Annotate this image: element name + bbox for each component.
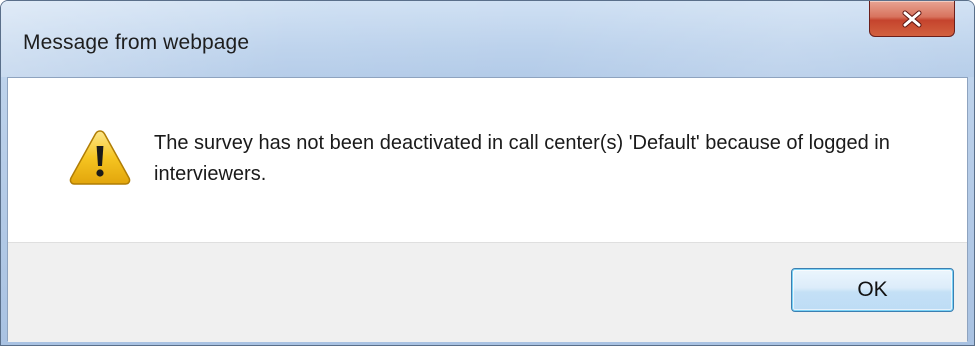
title-bar[interactable]: Message from webpage [1, 1, 974, 77]
dialog-body: The survey has not been deactivated in c… [7, 77, 968, 342]
warning-icon [69, 130, 131, 185]
message-text: The survey has not been deactivated in c… [154, 132, 890, 185]
close-icon [902, 10, 922, 27]
dialog-title: Message from webpage [23, 31, 250, 54]
message-area: The survey has not been deactivated in c… [8, 78, 967, 242]
ok-button[interactable]: OK [791, 268, 954, 312]
message-dialog: Message from webpage The survey has not … [0, 0, 975, 346]
button-bar: OK [8, 242, 967, 342]
close-button[interactable] [869, 1, 955, 37]
